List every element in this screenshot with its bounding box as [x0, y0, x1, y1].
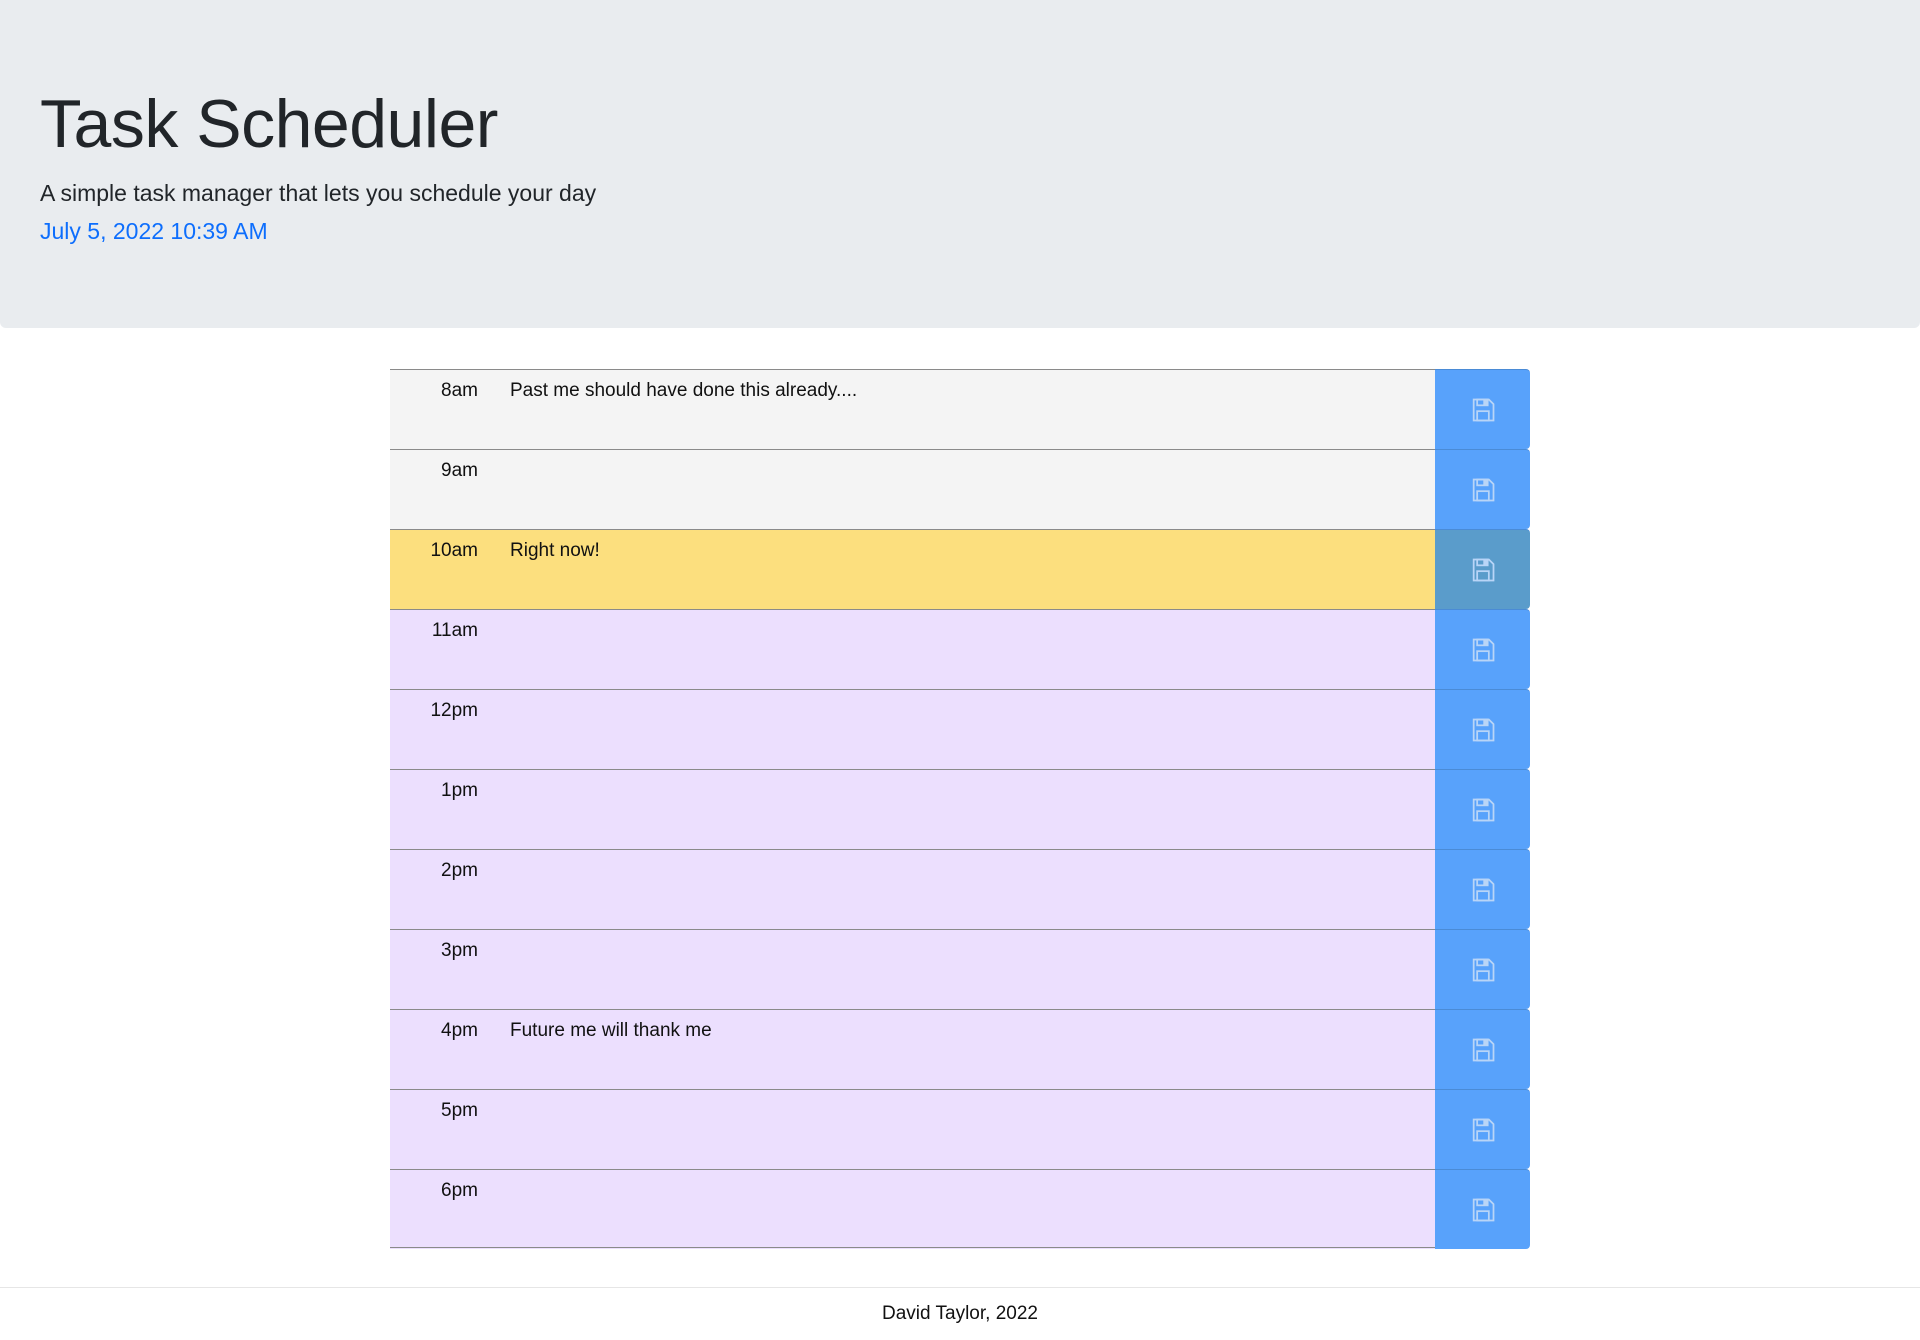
- floppy-disk-icon: [1472, 558, 1494, 581]
- hour-label: 6pm: [390, 1169, 500, 1249]
- hour-label: 12pm: [390, 689, 500, 769]
- time-block-row: 5pm: [390, 1089, 1530, 1169]
- task-textarea[interactable]: [500, 449, 1435, 529]
- floppy-disk-icon: [1472, 1198, 1494, 1221]
- task-textarea[interactable]: [500, 1089, 1435, 1169]
- task-textarea[interactable]: [500, 769, 1435, 849]
- task-textarea[interactable]: Right now!: [500, 529, 1435, 609]
- floppy-disk-icon: [1472, 1118, 1494, 1141]
- task-textarea[interactable]: [500, 1169, 1435, 1249]
- time-block-row: 11am: [390, 609, 1530, 689]
- time-block-row: 4pm Future me will thank me: [390, 1009, 1530, 1089]
- task-textarea[interactable]: Past me should have done this already...…: [500, 369, 1435, 449]
- hour-label: 2pm: [390, 849, 500, 929]
- task-textarea[interactable]: Future me will thank me: [500, 1009, 1435, 1089]
- save-button[interactable]: [1435, 1009, 1530, 1089]
- hour-label: 11am: [390, 609, 500, 689]
- floppy-disk-icon: [1472, 958, 1494, 981]
- hour-label: 8am: [390, 369, 500, 449]
- save-button[interactable]: [1435, 1089, 1530, 1169]
- time-block-row: 1pm: [390, 769, 1530, 849]
- task-textarea[interactable]: [500, 929, 1435, 1009]
- page-subtitle: A simple task manager that lets you sche…: [40, 180, 597, 206]
- floppy-disk-icon: [1472, 1038, 1494, 1061]
- time-block-row: 6pm: [390, 1169, 1530, 1249]
- floppy-disk-icon: [1472, 878, 1494, 901]
- save-button[interactable]: [1435, 529, 1530, 609]
- hour-label: 10am: [390, 529, 500, 609]
- page-title: Task Scheduler: [40, 86, 498, 162]
- hour-label: 3pm: [390, 929, 500, 1009]
- footer-text: David Taylor, 2022: [882, 1303, 1038, 1324]
- task-textarea[interactable]: [500, 689, 1435, 769]
- floppy-disk-icon: [1472, 798, 1494, 821]
- hour-label: 5pm: [390, 1089, 500, 1169]
- hour-label: 4pm: [390, 1009, 500, 1089]
- current-datetime: July 5, 2022 10:39 AM: [40, 218, 268, 244]
- floppy-disk-icon: [1472, 478, 1494, 501]
- task-textarea[interactable]: [500, 609, 1435, 689]
- time-block-row: 2pm: [390, 849, 1530, 929]
- footer: David Taylor, 2022: [0, 1287, 1920, 1340]
- save-button[interactable]: [1435, 689, 1530, 769]
- hour-label: 9am: [390, 449, 500, 529]
- hour-label: 1pm: [390, 769, 500, 849]
- floppy-disk-icon: [1472, 718, 1494, 741]
- header-jumbotron: Task Scheduler A simple task manager tha…: [0, 0, 1920, 328]
- schedule-bottom-border: [390, 1247, 1435, 1248]
- floppy-disk-icon: [1472, 398, 1494, 421]
- save-button[interactable]: [1435, 769, 1530, 849]
- save-button[interactable]: [1435, 369, 1530, 449]
- time-block-row: 8am Past me should have done this alread…: [390, 369, 1530, 449]
- save-button[interactable]: [1435, 609, 1530, 689]
- task-textarea[interactable]: [500, 849, 1435, 929]
- time-block-row: 3pm: [390, 929, 1530, 1009]
- floppy-disk-icon: [1472, 638, 1494, 661]
- save-button[interactable]: [1435, 929, 1530, 1009]
- time-block-row: 10am Right now!: [390, 529, 1530, 609]
- time-block-row: 12pm: [390, 689, 1530, 769]
- save-button[interactable]: [1435, 1169, 1530, 1249]
- save-button[interactable]: [1435, 449, 1530, 529]
- schedule-list: 8am Past me should have done this alread…: [390, 369, 1530, 1249]
- time-block-row: 9am: [390, 449, 1530, 529]
- save-button[interactable]: [1435, 849, 1530, 929]
